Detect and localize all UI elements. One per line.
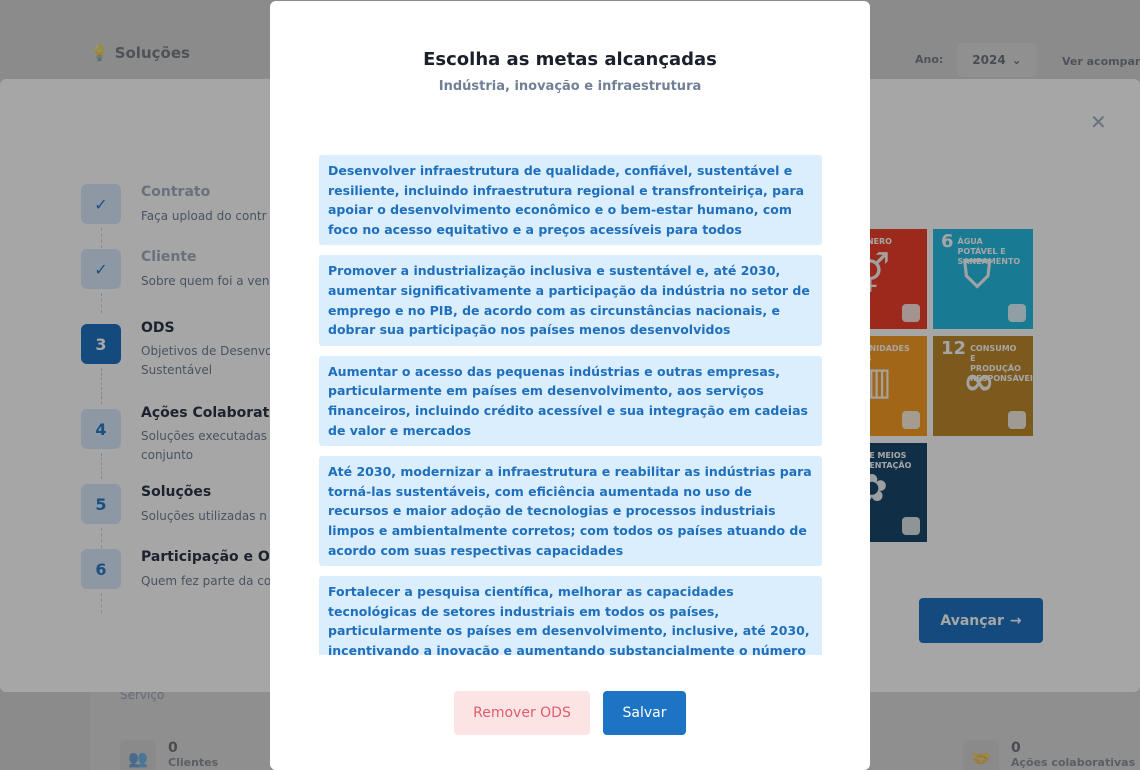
goals-dialog: Escolha as metas alcançadas Indústria, i…: [270, 1, 870, 770]
dialog-subtitle: Indústria, inovação e infraestrutura: [438, 79, 702, 94]
goal-item[interactable]: Promover a industrialização inclusiva e …: [319, 255, 822, 346]
dialog-title: Escolha as metas alcançadas: [423, 49, 717, 70]
save-button[interactable]: Salvar: [603, 691, 686, 735]
goal-item[interactable]: Aumentar o acesso das pequenas indústria…: [319, 355, 822, 447]
goals-list[interactable]: Desenvolver infraestrutura de qualidade,…: [319, 155, 822, 655]
remove-ods-button[interactable]: Remover ODS: [454, 691, 590, 735]
goal-item[interactable]: Desenvolver infraestrutura de qualidade,…: [319, 155, 822, 246]
goal-item[interactable]: Fortalecer a pesquisa científica, melhor…: [319, 576, 822, 655]
goal-item[interactable]: Até 2030, modernizar a infraestrutura e …: [319, 456, 822, 567]
